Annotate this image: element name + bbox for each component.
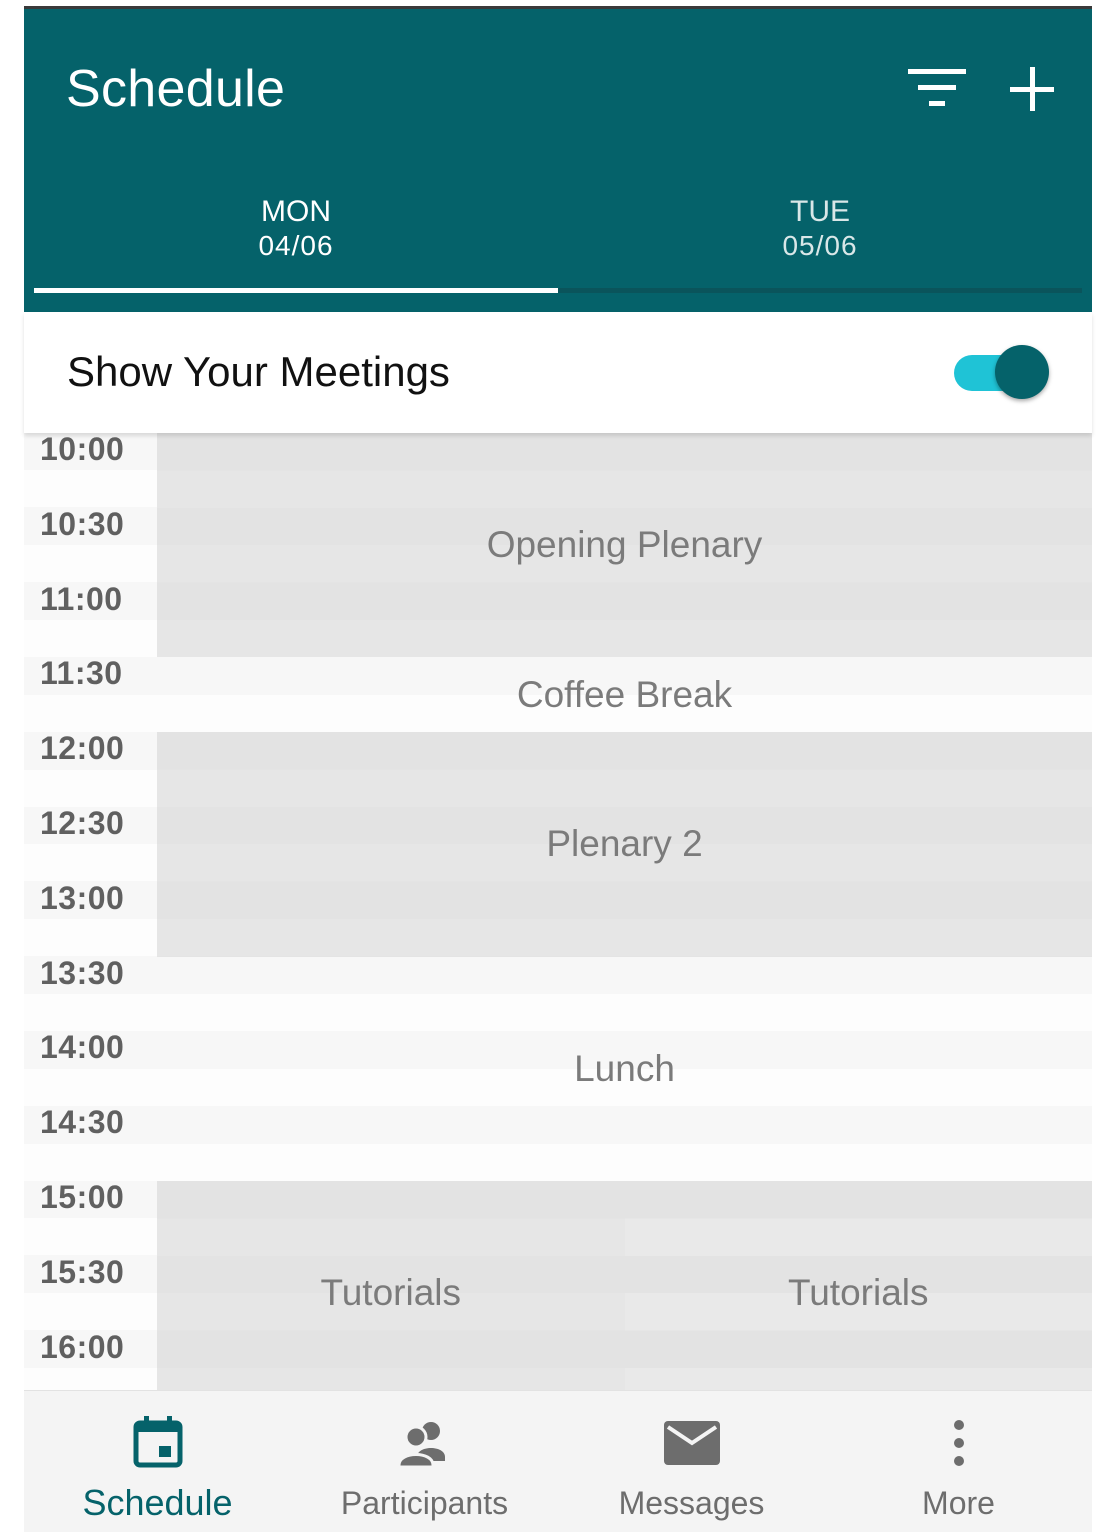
time-label: 12:00 <box>40 730 125 767</box>
filter-icon <box>908 69 966 106</box>
nav-label: Schedule <box>82 1482 233 1523</box>
page-title: Schedule <box>66 60 286 118</box>
nav-item-participants[interactable]: Participants <box>291 1391 558 1532</box>
toggle-thumb <box>995 345 1049 399</box>
time-label: 16:00 <box>40 1328 125 1365</box>
people-icon <box>397 1422 445 1469</box>
tab-day-label: TUE <box>790 195 850 228</box>
nav-item-messages[interactable]: Messages <box>558 1391 825 1532</box>
nav-item-more[interactable]: More <box>825 1391 1092 1532</box>
show-meetings-label: Show Your Meetings <box>67 348 450 395</box>
bottom-navigation: Schedule Participants Messages More <box>24 1390 1092 1532</box>
tab-date-label: 05/06 <box>782 230 858 261</box>
event-block[interactable]: Tutorials <box>624 1181 1092 1390</box>
time-label: 13:30 <box>40 954 125 991</box>
nav-label: Participants <box>340 1485 509 1521</box>
schedule-timeline[interactable]: Opening Plenary Coffee Break Plenary 2 Lunc… <box>24 433 1092 1390</box>
time-label: 15:30 <box>40 1253 125 1290</box>
event-block[interactable]: Plenary 2 <box>157 732 1092 957</box>
nav-item-schedule[interactable]: Schedule <box>24 1391 291 1532</box>
event-block[interactable]: Lunch <box>157 957 1092 1181</box>
time-label: 11:00 <box>40 580 123 617</box>
more-vertical-icon <box>953 1420 964 1466</box>
status-strip <box>24 0 1092 9</box>
time-label: 12:30 <box>40 805 125 841</box>
app-bar: Schedule MON 04/06 TUE 05/06 <box>24 9 1092 312</box>
event-title: Tutorials <box>320 1272 461 1314</box>
nav-label: More <box>922 1485 995 1521</box>
time-label: 10:30 <box>40 505 125 542</box>
event-block[interactable]: Opening Plenary <box>157 433 1092 658</box>
tab-date-label: 04/06 <box>258 230 334 261</box>
nav-label: Messages <box>618 1485 765 1521</box>
envelope-icon <box>663 1421 720 1465</box>
event-title: Lunch <box>574 1047 675 1089</box>
time-label: 13:00 <box>40 879 125 916</box>
add-button[interactable] <box>1000 57 1064 121</box>
tab-mon[interactable]: MON 04/06 <box>34 195 558 263</box>
show-meetings-toggle[interactable] <box>952 345 1052 401</box>
tab-selected-indicator <box>34 288 558 293</box>
time-label: 10:00 <box>40 433 125 467</box>
event-block[interactable]: Tutorials <box>157 1181 625 1390</box>
time-label: 14:30 <box>40 1104 125 1141</box>
event-block[interactable]: Coffee Break <box>157 657 1092 732</box>
tab-day-label: MON <box>261 195 331 228</box>
filter-button[interactable] <box>902 57 966 121</box>
time-label: 15:00 <box>40 1179 125 1215</box>
event-title: Plenary 2 <box>546 823 703 865</box>
event-title: Tutorials <box>787 1272 929 1314</box>
time-label: 11:30 <box>40 655 123 692</box>
show-meetings-row: Show Your Meetings <box>24 312 1092 433</box>
tab-tue[interactable]: TUE 05/06 <box>558 195 1082 263</box>
event-title: Opening Plenary <box>486 524 763 566</box>
time-label: 14:00 <box>40 1029 125 1066</box>
event-title: Coffee Break <box>516 673 733 715</box>
calendar-icon <box>133 1416 182 1468</box>
plus-icon <box>1010 67 1054 111</box>
